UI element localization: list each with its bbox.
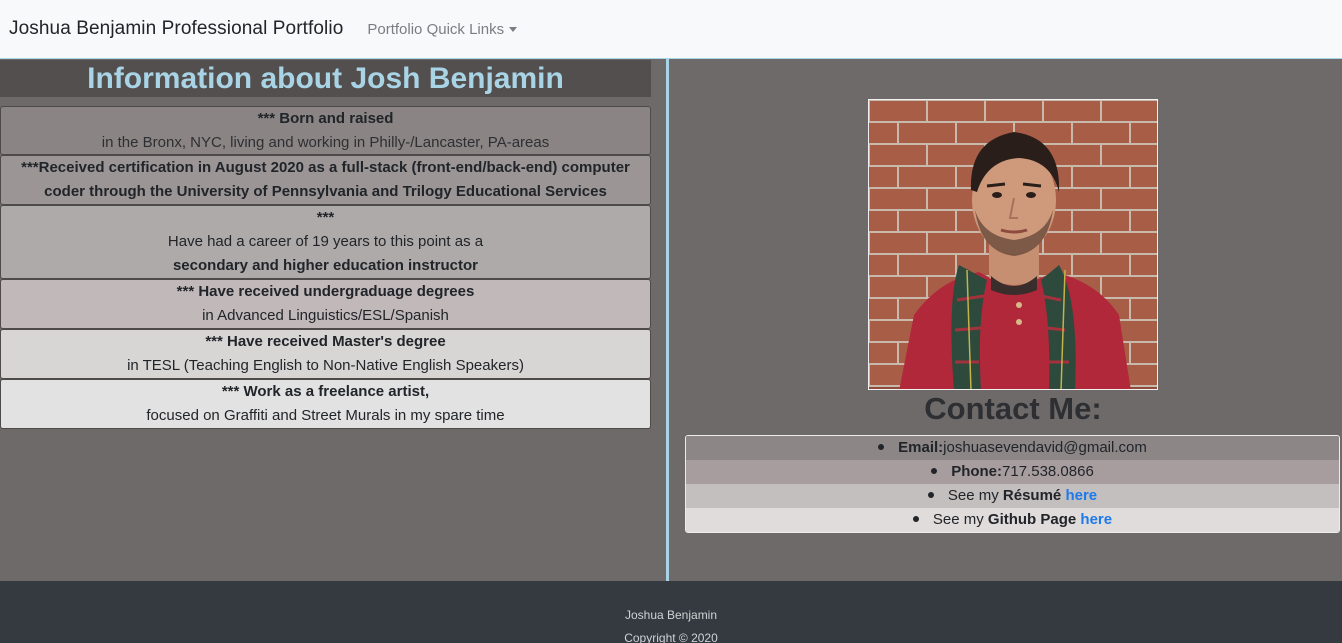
bullet-icon xyxy=(931,468,938,475)
contact-title: Contact Me: xyxy=(924,391,1102,426)
contact-item-phone: Phone:717.538.0866 xyxy=(686,460,1339,484)
info-card-certification: ***Received certification in August 2020… xyxy=(0,155,651,205)
phone-label: Phone: xyxy=(951,463,1003,480)
portfolio-quick-links-dropdown[interactable]: Portfolio Quick Links xyxy=(367,20,518,38)
info-card-heading: *** Have received undergraduage degrees xyxy=(176,283,475,300)
bullet-icon xyxy=(878,444,885,451)
top-navbar: Joshua Benjamin Professional Portfolio P… xyxy=(0,0,1342,59)
bullet-icon xyxy=(927,492,934,499)
email-label: Email: xyxy=(898,439,944,456)
profile-photo xyxy=(868,99,1158,390)
github-link[interactable]: here xyxy=(1080,511,1112,528)
info-card-text: Have had a career of 19 years to this po… xyxy=(167,233,484,250)
info-card-born: *** Born and raised in the Bronx, NYC, l… xyxy=(0,106,651,155)
resume-link[interactable]: here xyxy=(1065,487,1097,504)
info-card-artist: *** Work as a freelance artist, focused … xyxy=(0,379,651,429)
footer-copyright: Copyright © 2020 xyxy=(624,631,718,643)
info-card-subheading: secondary and higher education instructo… xyxy=(172,257,479,274)
info-card-undergrad: *** Have received undergraduage degrees … xyxy=(0,279,651,329)
info-card-heading: *** Born and raised xyxy=(257,110,394,127)
navbar-brand[interactable]: Joshua Benjamin Professional Portfolio xyxy=(9,18,343,40)
info-card-text: in TESL (Teaching English to Non-Native … xyxy=(127,357,524,374)
phone-value: 717.538.0866 xyxy=(1002,463,1094,480)
contact-list: Email:joshuasevendavid@gmail.com Phone:7… xyxy=(685,435,1340,533)
github-label: Github Page xyxy=(987,511,1077,528)
info-card-masters: *** Have received Master's degree in TES… xyxy=(0,329,651,379)
contact-section: Contact Me: Email:joshuasevendavid@gmail… xyxy=(669,59,1342,581)
info-card-heading: *** Work as a freelance artist, xyxy=(221,383,430,400)
contact-item-github: See my Github Page here xyxy=(686,508,1339,532)
info-card-heading: *** xyxy=(316,209,335,226)
info-section: Information about Josh Benjamin *** Born… xyxy=(0,59,666,581)
bullet-icon xyxy=(912,516,919,523)
info-title: Information about Josh Benjamin xyxy=(0,60,651,97)
info-card-heading: ***Received certification in August 2020… xyxy=(21,159,630,200)
caret-down-icon xyxy=(509,27,518,32)
info-card-text: in Advanced Linguistics/ESL/Spanish xyxy=(202,307,449,324)
contact-item-resume: See my Résumé here xyxy=(686,484,1339,508)
info-card-heading: *** Have received Master's degree xyxy=(205,333,446,350)
contact-item-email: Email:joshuasevendavid@gmail.com xyxy=(686,436,1339,460)
main-content: Information about Josh Benjamin *** Born… xyxy=(0,59,1342,581)
resume-label: Résumé xyxy=(1002,487,1062,504)
email-value: joshuasevendavid@gmail.com xyxy=(943,439,1147,456)
quick-links-label: Portfolio Quick Links xyxy=(367,20,505,38)
info-card-text: in the Bronx, NYC, living and working in… xyxy=(101,134,550,151)
github-prefix: See my xyxy=(932,511,988,528)
footer: Joshua Benjamin Copyright © 2020 xyxy=(0,581,1342,643)
info-card-text: focused on Graffiti and Street Murals in… xyxy=(146,407,505,424)
info-card-career: *** Have had a career of 19 years to thi… xyxy=(0,205,651,279)
footer-name: Joshua Benjamin xyxy=(624,608,718,622)
resume-prefix: See my xyxy=(947,487,1003,504)
